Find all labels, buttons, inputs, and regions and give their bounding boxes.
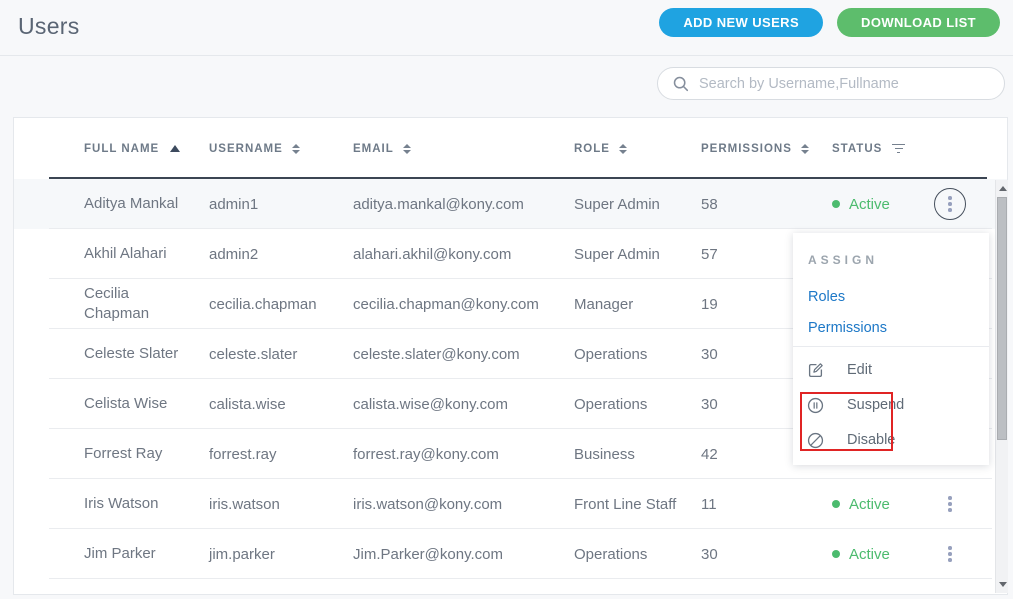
cell-username: celeste.slater (209, 346, 353, 363)
row-actions-menu-button[interactable] (934, 488, 966, 520)
status-cell: Active (832, 496, 922, 513)
cell-role: Operations (574, 396, 701, 413)
cell-role: Business (574, 446, 701, 463)
cell-email: iris.watson@kony.com (353, 496, 574, 513)
pause-circle-icon (806, 396, 825, 415)
assign-permissions-link[interactable]: Permissions (808, 320, 887, 336)
table-row[interactable]: Aditya Mankal admin1 aditya.mankal@kony.… (14, 179, 1007, 229)
sort-ascending-icon (170, 145, 180, 152)
table-row[interactable]: Jim Parker jim.parker Jim.Parker@kony.co… (14, 529, 1007, 579)
active-status-dot (832, 500, 840, 508)
status-badge: Active (849, 496, 890, 513)
cell-username: admin2 (209, 246, 353, 263)
active-status-dot (832, 550, 840, 558)
cell-full-name: Akhil Alahari (84, 244, 184, 264)
cell-role: Operations (574, 546, 701, 563)
menu-divider (793, 346, 989, 347)
cell-full-name: Forrest Ray (84, 444, 184, 464)
cell-email: celeste.slater@kony.com (353, 346, 574, 363)
sort-icon (403, 144, 411, 154)
scrollbar-thumb[interactable] (997, 197, 1007, 440)
cell-permissions: 58 (701, 196, 832, 213)
table-header-row: FULL NAME USERNAME EMAIL ROLE PERMISSION… (14, 118, 1007, 179)
cell-username: iris.watson (209, 496, 353, 513)
column-header-email[interactable]: EMAIL (353, 143, 574, 155)
cell-permissions: 30 (701, 546, 832, 563)
cell-username: forrest.ray (209, 446, 353, 463)
cell-full-name: Cecilia Chapman (84, 284, 184, 325)
scroll-down-arrow-icon[interactable] (999, 582, 1007, 587)
status-badge: Active (849, 546, 890, 563)
cell-email: calista.wise@kony.com (353, 396, 574, 413)
cell-email: alahari.akhil@kony.com (353, 246, 574, 263)
filter-icon[interactable] (892, 144, 905, 154)
cell-full-name: Celista Wise (84, 394, 184, 414)
cell-full-name: Celeste Slater (84, 344, 184, 364)
sort-icon (801, 144, 809, 154)
search-icon (672, 75, 690, 93)
users-page: Users ADD NEW USERS DOWNLOAD LIST FULL N… (0, 0, 1013, 599)
active-status-dot (832, 200, 840, 208)
menu-item-disable[interactable]: Disable (793, 425, 989, 455)
search-box[interactable] (657, 67, 1005, 100)
cell-full-name: Aditya Mankal (84, 194, 184, 214)
cell-username: calista.wise (209, 396, 353, 413)
cell-role: Super Admin (574, 196, 701, 213)
top-bar: Users ADD NEW USERS DOWNLOAD LIST (0, 0, 1013, 56)
cell-role: Front Line Staff (574, 496, 701, 513)
menu-item-suspend[interactable]: Suspend (793, 390, 989, 420)
column-header-username[interactable]: USERNAME (209, 143, 353, 155)
status-cell: Active (832, 196, 922, 213)
search-input[interactable] (699, 76, 990, 92)
add-new-users-button[interactable]: ADD NEW USERS (659, 8, 823, 37)
status-cell: Active (832, 546, 922, 563)
column-header-permissions[interactable]: PERMISSIONS (701, 143, 832, 155)
row-actions-menu-button[interactable] (934, 188, 966, 220)
cell-username: cecilia.chapman (209, 296, 353, 313)
cell-full-name: Jim Parker (84, 544, 184, 564)
sort-icon (292, 144, 300, 154)
slash-circle-icon (806, 431, 825, 450)
cell-email: Jim.Parker@kony.com (353, 546, 574, 563)
cell-role: Manager (574, 296, 701, 313)
cell-email: cecilia.chapman@kony.com (353, 296, 574, 313)
cell-role: Super Admin (574, 246, 701, 263)
toolbar: ADD NEW USERS DOWNLOAD LIST (659, 8, 1000, 37)
assign-roles-link[interactable]: Roles (808, 289, 845, 305)
menu-item-edit[interactable]: Edit (793, 355, 989, 385)
edit-icon (806, 361, 825, 380)
sort-icon (619, 144, 627, 154)
scroll-up-arrow-icon[interactable] (999, 186, 1007, 191)
row-actions-menu-button[interactable] (934, 538, 966, 570)
table-row[interactable]: Iris Watson iris.watson iris.watson@kony… (14, 479, 1007, 529)
assign-section-label: ASSIGN (808, 253, 878, 267)
column-header-status[interactable]: STATUS (832, 143, 922, 155)
cell-permissions: 11 (701, 496, 832, 513)
column-header-full-name[interactable]: FULL NAME (84, 143, 209, 155)
cell-username: admin1 (209, 196, 353, 213)
cell-username: jim.parker (209, 546, 353, 563)
page-title: Users (18, 13, 80, 40)
cell-full-name: Iris Watson (84, 494, 184, 514)
row-actions-menu: ASSIGN Roles Permissions Edit Suspend Di… (793, 233, 989, 465)
column-header-role[interactable]: ROLE (574, 143, 701, 155)
cell-email: aditya.mankal@kony.com (353, 196, 574, 213)
vertical-scrollbar[interactable] (995, 180, 1008, 593)
download-list-button[interactable]: DOWNLOAD LIST (837, 8, 1000, 37)
cell-email: forrest.ray@kony.com (353, 446, 574, 463)
status-badge: Active (849, 196, 890, 213)
cell-role: Operations (574, 346, 701, 363)
